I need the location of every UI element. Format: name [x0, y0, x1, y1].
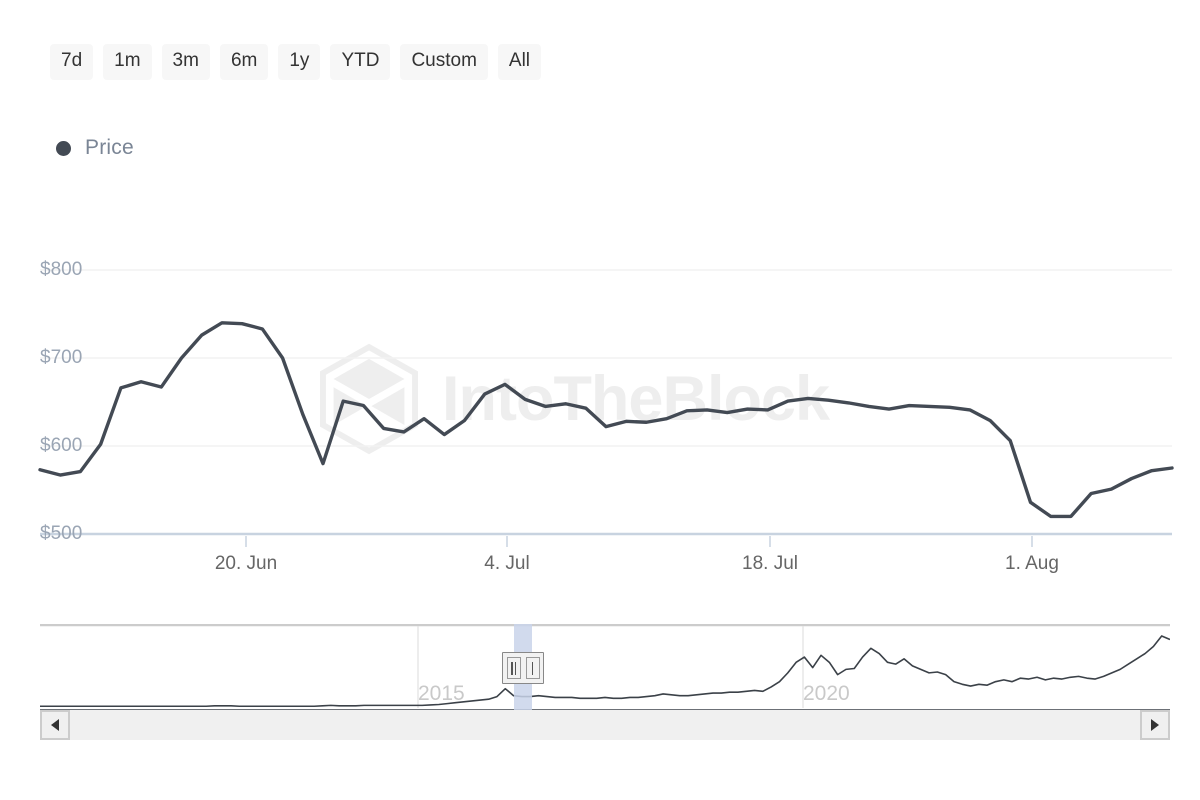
- legend-marker-icon: [56, 141, 71, 156]
- range-button-all[interactable]: All: [498, 44, 541, 80]
- grip-left-icon[interactable]: [507, 657, 521, 679]
- watermark-text: IntoTheBlock: [442, 368, 829, 431]
- y-axis-label-500: $500: [40, 523, 82, 545]
- legend-item-price[interactable]: Price: [56, 136, 134, 160]
- range-button-3m[interactable]: 3m: [162, 44, 210, 80]
- scroll-left-button[interactable]: [40, 710, 70, 740]
- intotheblock-logo-icon: [310, 340, 428, 458]
- range-button-ytd[interactable]: YTD: [330, 44, 390, 80]
- navigator-scrollbar[interactable]: [40, 710, 1170, 740]
- navigator-year-label-2020: 2020: [803, 682, 850, 706]
- triangle-left-icon: [51, 719, 59, 731]
- range-button-6m[interactable]: 6m: [220, 44, 268, 80]
- legend-label: Price: [85, 136, 134, 160]
- x-axis-label-3: 1. Aug: [1005, 553, 1059, 575]
- chart-widget: 7d 1m 3m 6m 1y YTD Custom All Price Into…: [0, 0, 1200, 800]
- range-button-1m[interactable]: 1m: [103, 44, 151, 80]
- y-axis-label-800: $800: [40, 259, 82, 281]
- navigator-year-label-2015: 2015: [418, 682, 465, 706]
- range-selector: 7d 1m 3m 6m 1y YTD Custom All: [50, 44, 541, 80]
- x-axis-label-1: 4. Jul: [484, 553, 529, 575]
- range-button-custom[interactable]: Custom: [400, 44, 487, 80]
- navigator-grip-handle[interactable]: [502, 652, 544, 684]
- scrollbar-track[interactable]: [70, 710, 1140, 740]
- y-axis-label-600: $600: [40, 435, 82, 457]
- range-button-1y[interactable]: 1y: [278, 44, 320, 80]
- navigator-series: [40, 624, 1170, 712]
- navigator[interactable]: 2015 2020: [40, 624, 1170, 712]
- x-axis-label-0: 20. Jun: [215, 553, 277, 575]
- range-button-7d[interactable]: 7d: [50, 44, 93, 80]
- grip-right-icon[interactable]: [526, 657, 540, 679]
- triangle-right-icon: [1151, 719, 1159, 731]
- scroll-right-button[interactable]: [1140, 710, 1170, 740]
- x-axis-label-2: 18. Jul: [742, 553, 798, 575]
- y-axis-label-700: $700: [40, 347, 82, 369]
- watermark: IntoTheBlock: [310, 338, 910, 460]
